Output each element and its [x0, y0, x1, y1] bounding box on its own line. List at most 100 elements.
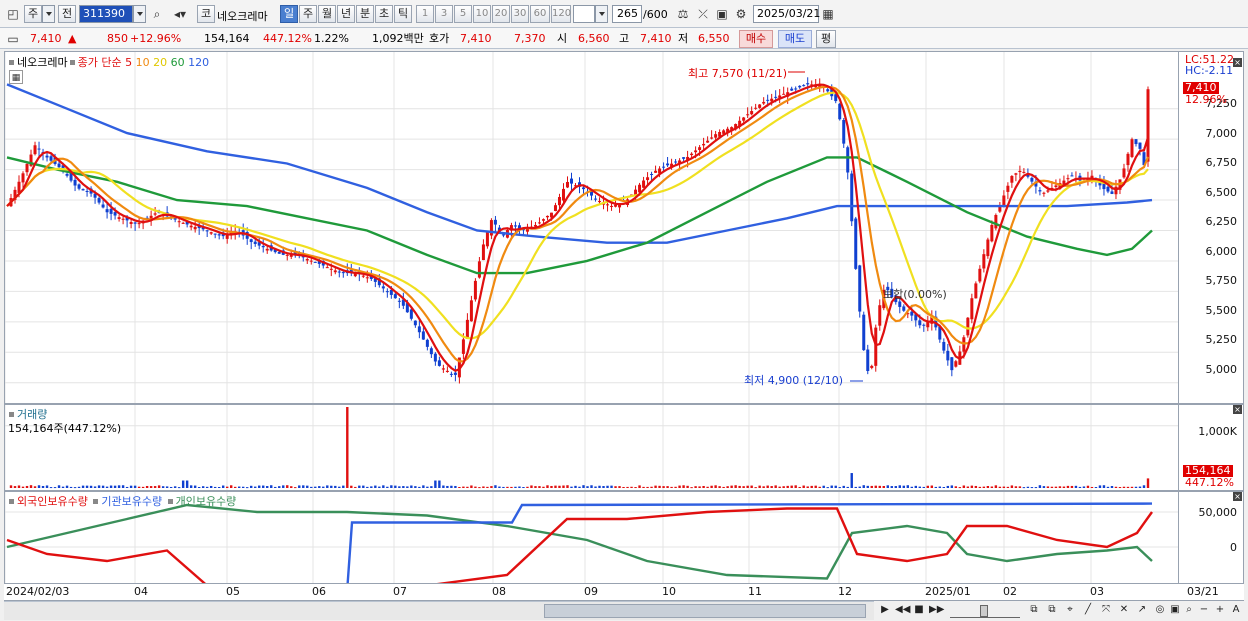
candle-body — [1066, 178, 1070, 180]
rewind-icon[interactable]: ◀◀ — [895, 603, 910, 617]
price-legend: 네오크레마 종가 단순 5 10 20 60 120 — [7, 54, 209, 70]
close-icon[interactable]: × — [1233, 492, 1242, 501]
scroll-right-icon[interactable]: ▶ — [878, 603, 892, 617]
volume-bar — [770, 486, 773, 488]
volume-bar — [858, 486, 861, 488]
prev-button[interactable]: 전 — [58, 5, 76, 23]
toolbar: ◰ 주 전 311390 ⌕ ◂▾ 코 네오크레마 일 주 월 년 분 초 틱 … — [0, 0, 1248, 28]
volume-bar — [109, 485, 113, 488]
draw-tool-icon[interactable]: ⤫ — [694, 5, 712, 23]
candle-body — [694, 150, 698, 153]
eval-button[interactable]: 평 — [816, 30, 836, 48]
volume-bar — [1142, 485, 1146, 488]
volume-bar — [986, 485, 990, 488]
table-icon[interactable]: ▦ — [9, 70, 23, 84]
volume-bar — [189, 485, 193, 488]
gear-icon[interactable]: ⚙ — [732, 5, 750, 23]
interval-5[interactable]: 5 — [454, 5, 472, 23]
candle-body — [65, 173, 69, 176]
period-week-button[interactable]: 주 — [24, 5, 42, 23]
volume-bar — [990, 486, 994, 488]
period-day-button[interactable]: 일 — [280, 5, 298, 23]
candle-type-icon[interactable]: ⚖ — [674, 5, 692, 23]
buy-button[interactable]: 매수 — [739, 30, 773, 48]
volume-bar — [614, 486, 617, 488]
interval-dropdown[interactable] — [595, 5, 608, 23]
line-tool-icon[interactable]: ╱ — [1081, 603, 1095, 617]
candle-body — [654, 170, 658, 173]
fast-forward-icon[interactable]: ▶▶ — [929, 603, 944, 617]
horizontal-scrollbar[interactable] — [4, 601, 874, 620]
palette-icon[interactable]: ◎ — [1153, 603, 1167, 617]
interval-30[interactable]: 30 — [511, 5, 529, 23]
calendar-icon[interactable]: ▦ — [819, 5, 837, 23]
volume-bar — [610, 485, 613, 488]
volume-bar — [386, 486, 389, 488]
cross-icon[interactable]: ✕ — [1117, 603, 1131, 617]
link-icon[interactable]: ▭ — [4, 30, 22, 48]
y-tick: 50,000 — [1198, 506, 1238, 519]
volume-bar — [494, 485, 497, 488]
magnifier-icon[interactable]: ⌕ — [1182, 603, 1196, 617]
period-second-tab[interactable]: 초 — [375, 5, 393, 23]
window-menu-icon[interactable]: ◰ — [4, 5, 22, 23]
copy-icon[interactable]: ⧉ — [1027, 603, 1041, 617]
speaker-icon[interactable]: ◂▾ — [166, 5, 194, 23]
volume-bar — [802, 485, 805, 488]
candle-body — [501, 234, 505, 236]
close-icon[interactable]: × — [1233, 405, 1242, 414]
candle-body — [45, 155, 49, 158]
period-week-tab[interactable]: 주 — [299, 5, 317, 23]
period-year-tab[interactable]: 년 — [337, 5, 355, 23]
period-month-tab[interactable]: 월 — [318, 5, 336, 23]
price-chart-panel[interactable]: 네오크레마 종가 단순 5 10 20 60 120 ▦ 최고 7,570 (11… — [4, 51, 1179, 404]
interval-10[interactable]: 10 — [473, 5, 491, 23]
candle-body — [429, 348, 433, 355]
layout-icon[interactable]: ⧉ — [1045, 603, 1059, 617]
sell-button[interactable]: 매도 — [778, 30, 812, 48]
trend-icon[interactable]: ⤧ — [1099, 603, 1113, 617]
count-input[interactable]: 265 — [612, 5, 642, 23]
volume-chart-panel[interactable]: 거래량 154,164주(447.12%) — [4, 404, 1179, 491]
zoom-out-icon[interactable]: − — [1197, 603, 1211, 617]
zoom-slider-thumb[interactable] — [980, 605, 988, 617]
period-dropdown[interactable] — [42, 5, 55, 23]
zoom-slider[interactable] — [950, 603, 1020, 618]
volume-bar — [1134, 486, 1138, 488]
volume-bar — [61, 486, 65, 488]
interval-120[interactable]: 120 — [551, 5, 571, 23]
holding-chart-panel[interactable]: 외국인보유수량 기관보유수량 개인보유수량 — [4, 491, 1179, 584]
scroll-thumb[interactable] — [544, 604, 866, 618]
volume-bar — [173, 486, 177, 488]
volume-value: 154,164 — [204, 32, 250, 45]
volume-bar — [842, 485, 845, 488]
candle-body — [137, 223, 141, 225]
save-icon[interactable]: ▣ — [713, 5, 731, 23]
stop-icon[interactable]: ■ — [912, 603, 926, 617]
image-icon[interactable]: ▣ — [1168, 603, 1182, 617]
stock-code-input[interactable]: 311390 — [79, 5, 133, 23]
interval-20[interactable]: 20 — [492, 5, 510, 23]
search-icon[interactable]: ⌕ — [148, 5, 166, 23]
code-dropdown[interactable] — [133, 5, 146, 23]
volume-bar — [606, 485, 609, 488]
interval-3[interactable]: 3 — [435, 5, 453, 23]
last-pct-tag: 12.96% — [1185, 93, 1227, 106]
x-tick: 03/21 — [1187, 585, 1219, 598]
interval-60[interactable]: 60 — [530, 5, 550, 23]
date-input[interactable]: 2025/03/21 — [753, 5, 820, 23]
zoom-in-icon[interactable]: + — [1213, 603, 1227, 617]
period-minute-tab[interactable]: 분 — [356, 5, 374, 23]
period-tick-tab[interactable]: 틱 — [394, 5, 412, 23]
font-size-icon[interactable]: A — [1229, 603, 1243, 617]
arrow-tool-icon[interactable]: ↗ — [1135, 603, 1149, 617]
market-button[interactable]: 코 — [197, 5, 215, 23]
close-icon[interactable]: × — [1233, 58, 1242, 67]
volume-bar — [430, 486, 433, 488]
volume-bar — [830, 485, 833, 488]
individual-holding-line — [6, 503, 1153, 580]
interval-1[interactable]: 1 — [416, 5, 434, 23]
interval-input[interactable] — [573, 5, 595, 23]
candle-body — [582, 187, 586, 190]
crosshair-icon[interactable]: ⌖ — [1063, 603, 1077, 617]
